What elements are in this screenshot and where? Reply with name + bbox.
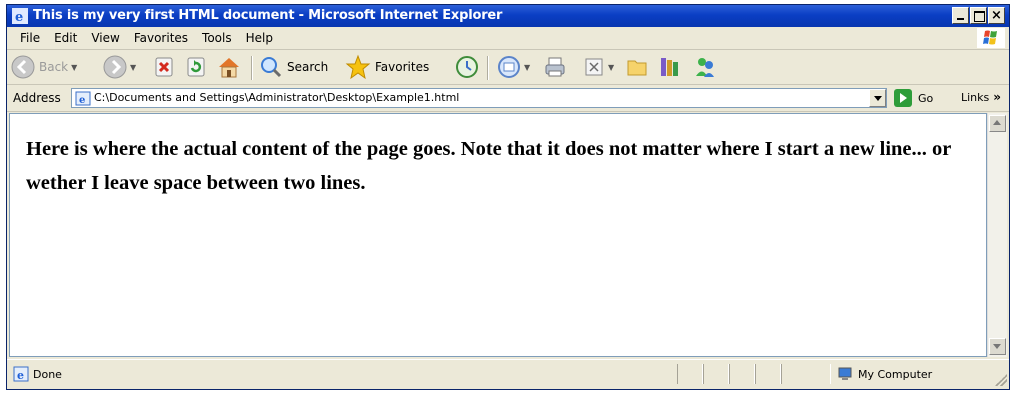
favorites-button[interactable]: Favorites bbox=[345, 53, 429, 81]
links-chevron-icon: » bbox=[993, 90, 1002, 104]
messenger-button[interactable] bbox=[693, 53, 717, 81]
vertical-scrollbar[interactable] bbox=[987, 113, 1007, 357]
menu-view[interactable]: View bbox=[84, 30, 126, 46]
page-status-icon: e bbox=[13, 366, 29, 382]
address-label: Address bbox=[13, 91, 61, 105]
research-button[interactable] bbox=[657, 53, 683, 81]
minimize-button[interactable] bbox=[952, 7, 969, 24]
print-icon bbox=[545, 57, 565, 77]
edit-button[interactable]: ▼ bbox=[583, 53, 614, 81]
back-button[interactable]: Back ▼ bbox=[11, 53, 77, 81]
address-input[interactable]: e C:\Documents and Settings\Administrato… bbox=[71, 88, 887, 108]
favorites-label: Favorites bbox=[375, 60, 430, 74]
mail-button[interactable]: ▼ bbox=[497, 53, 530, 81]
search-button[interactable]: Search bbox=[259, 53, 328, 81]
forward-button[interactable]: ▼ bbox=[103, 53, 136, 81]
page-icon: e bbox=[75, 91, 91, 106]
stop-button[interactable] bbox=[153, 53, 175, 81]
mail-icon bbox=[498, 56, 520, 78]
menu-favorites[interactable]: Favorites bbox=[127, 30, 195, 46]
status-pane bbox=[677, 364, 703, 384]
address-value: C:\Documents and Settings\Administrator\… bbox=[94, 91, 460, 104]
scroll-down-button[interactable] bbox=[989, 338, 1006, 355]
links-label: Links bbox=[961, 91, 990, 104]
status-pane bbox=[781, 364, 831, 384]
page-content: Here is where the actual content of the … bbox=[9, 113, 987, 357]
toolbar-separator bbox=[251, 56, 253, 80]
back-icon bbox=[11, 55, 35, 79]
svg-text:e: e bbox=[15, 10, 23, 24]
favorites-icon bbox=[345, 54, 371, 80]
scroll-up-button[interactable] bbox=[989, 115, 1006, 132]
window-title: This is my very first HTML document - Mi… bbox=[33, 8, 503, 23]
folder-button[interactable] bbox=[625, 53, 649, 81]
back-dropdown-icon[interactable]: ▼ bbox=[71, 63, 77, 72]
go-arrow-icon bbox=[894, 89, 912, 107]
edit-dropdown-icon[interactable]: ▼ bbox=[608, 63, 614, 72]
search-label: Search bbox=[287, 60, 329, 74]
status-pane bbox=[729, 364, 755, 384]
address-dropdown-button[interactable] bbox=[869, 89, 886, 107]
links-button[interactable]: Links» bbox=[961, 90, 1001, 104]
status-pane bbox=[755, 364, 781, 384]
status-pane bbox=[703, 364, 729, 384]
stop-icon bbox=[155, 57, 173, 77]
mail-dropdown-icon[interactable]: ▼ bbox=[524, 63, 530, 72]
research-icon bbox=[661, 58, 678, 76]
maximize-button[interactable] bbox=[970, 7, 987, 24]
messenger-icon bbox=[696, 58, 714, 77]
menu-tools[interactable]: Tools bbox=[195, 30, 239, 46]
ie-icon: e bbox=[12, 8, 28, 24]
forward-icon bbox=[103, 55, 127, 79]
back-label: Back bbox=[39, 60, 69, 74]
toolbar: Back ▼ ▼ Search Favorites ▼ ▼ bbox=[7, 50, 1009, 85]
forward-dropdown-icon[interactable]: ▼ bbox=[130, 63, 136, 72]
menu-file[interactable]: File bbox=[13, 30, 47, 46]
security-zone: My Computer bbox=[837, 366, 932, 382]
history-button[interactable] bbox=[455, 53, 479, 81]
menu-help[interactable]: Help bbox=[239, 30, 280, 46]
edit-icon bbox=[585, 58, 603, 76]
resize-grip-icon[interactable] bbox=[995, 374, 1007, 386]
refresh-button[interactable] bbox=[185, 53, 207, 81]
zone-label: My Computer bbox=[858, 367, 933, 381]
menu-bar: File Edit View Favorites Tools Help bbox=[7, 27, 1009, 50]
menu-edit[interactable]: Edit bbox=[47, 30, 84, 46]
go-button[interactable]: Go bbox=[894, 89, 933, 107]
status-bar: e Done My Computer bbox=[7, 359, 1009, 388]
my-computer-icon bbox=[838, 367, 852, 380]
home-icon bbox=[219, 58, 239, 78]
toolbar-separator bbox=[487, 56, 489, 80]
svg-text:e: e bbox=[17, 369, 24, 382]
windows-logo-icon bbox=[977, 28, 1005, 48]
address-bar: Address e C:\Documents and Settings\Admi… bbox=[7, 85, 1009, 112]
refresh-icon bbox=[187, 57, 205, 77]
title-bar[interactable]: e This is my very first HTML document - … bbox=[7, 5, 1009, 27]
history-icon bbox=[456, 56, 478, 78]
browser-window: e This is my very first HTML document - … bbox=[6, 4, 1010, 390]
go-label: Go bbox=[918, 91, 934, 105]
svg-text:e: e bbox=[79, 95, 85, 106]
close-button[interactable]: × bbox=[988, 7, 1005, 24]
home-button[interactable] bbox=[217, 53, 241, 81]
print-button[interactable] bbox=[543, 53, 567, 81]
folder-icon bbox=[627, 60, 647, 76]
page-body-text: Here is where the actual content of the … bbox=[26, 138, 951, 194]
status-text: Done bbox=[33, 368, 62, 381]
search-icon bbox=[261, 57, 282, 78]
